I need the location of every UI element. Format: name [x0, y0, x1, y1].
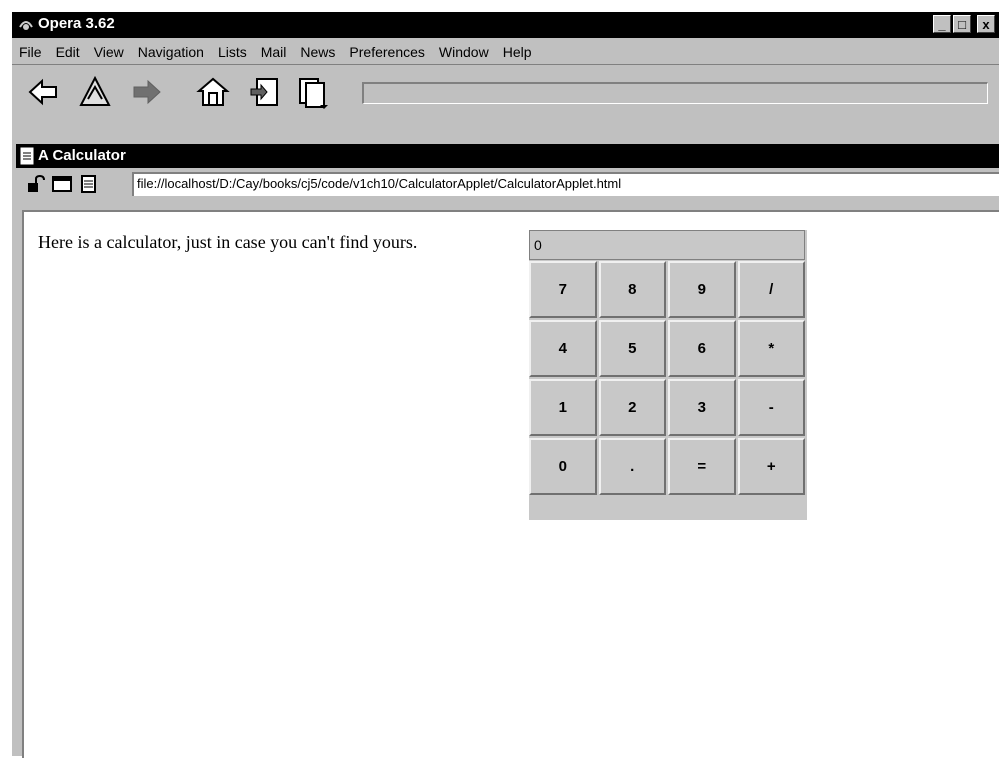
- key-decimal[interactable]: .: [598, 438, 666, 495]
- close-button[interactable]: x: [977, 15, 995, 33]
- key-3[interactable]: 3: [668, 379, 736, 436]
- key-5[interactable]: 5: [598, 320, 666, 377]
- page-icon[interactable]: [78, 175, 98, 193]
- opera-window: Opera 3.62 _ □ x File Edit View Navigati…: [10, 10, 999, 758]
- document-title: A Calculator: [38, 147, 126, 164]
- window-title: Opera 3.62: [38, 15, 115, 32]
- key-divide[interactable]: /: [737, 261, 805, 318]
- back-arrow-icon[interactable]: [26, 75, 60, 109]
- hotlist-icon[interactable]: [78, 75, 112, 109]
- menu-window[interactable]: Window: [432, 40, 496, 62]
- document-icon: [20, 147, 34, 165]
- toolbar: [12, 64, 999, 111]
- key-subtract[interactable]: -: [737, 379, 805, 436]
- menu-view[interactable]: View: [87, 40, 131, 62]
- key-4[interactable]: 4: [529, 320, 597, 377]
- menu-help[interactable]: Help: [496, 40, 539, 62]
- menu-file[interactable]: File: [12, 40, 49, 62]
- url-input[interactable]: file://localhost/D:/Cay/books/cj5/code/v…: [132, 172, 999, 196]
- menu-news[interactable]: News: [293, 40, 342, 62]
- key-add[interactable]: +: [737, 438, 805, 495]
- calculator-display: 0: [529, 230, 805, 260]
- calculator-applet: 0 7 8 9 / 4 5 6 * 1 2 3 - 0 . = +: [529, 230, 807, 520]
- opera-logo-icon: [19, 21, 33, 30]
- menu-mail[interactable]: Mail: [254, 40, 294, 62]
- window-icon[interactable]: [52, 175, 72, 193]
- key-1[interactable]: 1: [529, 379, 597, 436]
- key-0[interactable]: 0: [529, 438, 597, 495]
- key-equals[interactable]: =: [668, 438, 736, 495]
- forward-arrow-icon[interactable]: [130, 75, 164, 109]
- restore-button[interactable]: □: [953, 15, 971, 33]
- address-bar: file://localhost/D:/Cay/books/cj5/code/v…: [16, 170, 999, 198]
- intro-text: Here is a calculator, just in case you c…: [38, 232, 418, 252]
- menu-navigation[interactable]: Navigation: [131, 40, 211, 62]
- key-9[interactable]: 9: [668, 261, 736, 318]
- menu-bar: File Edit View Navigation Lists Mail New…: [12, 40, 539, 62]
- unlocked-padlock-icon[interactable]: [26, 175, 46, 193]
- status-field: [362, 82, 988, 104]
- page-content: Here is a calculator, just in case you c…: [22, 210, 999, 758]
- home-icon[interactable]: [196, 75, 230, 109]
- key-7[interactable]: 7: [529, 261, 597, 318]
- menu-edit[interactable]: Edit: [49, 40, 87, 62]
- key-6[interactable]: 6: [668, 320, 736, 377]
- page-list-icon[interactable]: [296, 75, 330, 109]
- key-8[interactable]: 8: [598, 261, 666, 318]
- load-images-icon[interactable]: [248, 75, 282, 109]
- key-multiply[interactable]: *: [737, 320, 805, 377]
- key-2[interactable]: 2: [598, 379, 666, 436]
- document-titlebar: A Calculator: [16, 144, 999, 168]
- menu-preferences[interactable]: Preferences: [342, 40, 431, 62]
- menu-lists[interactable]: Lists: [211, 40, 254, 62]
- calculator-keypad: 7 8 9 / 4 5 6 * 1 2 3 - 0 . = +: [529, 261, 805, 495]
- window-titlebar: Opera 3.62 _ □ x: [12, 12, 999, 38]
- minimize-button[interactable]: _: [933, 15, 951, 33]
